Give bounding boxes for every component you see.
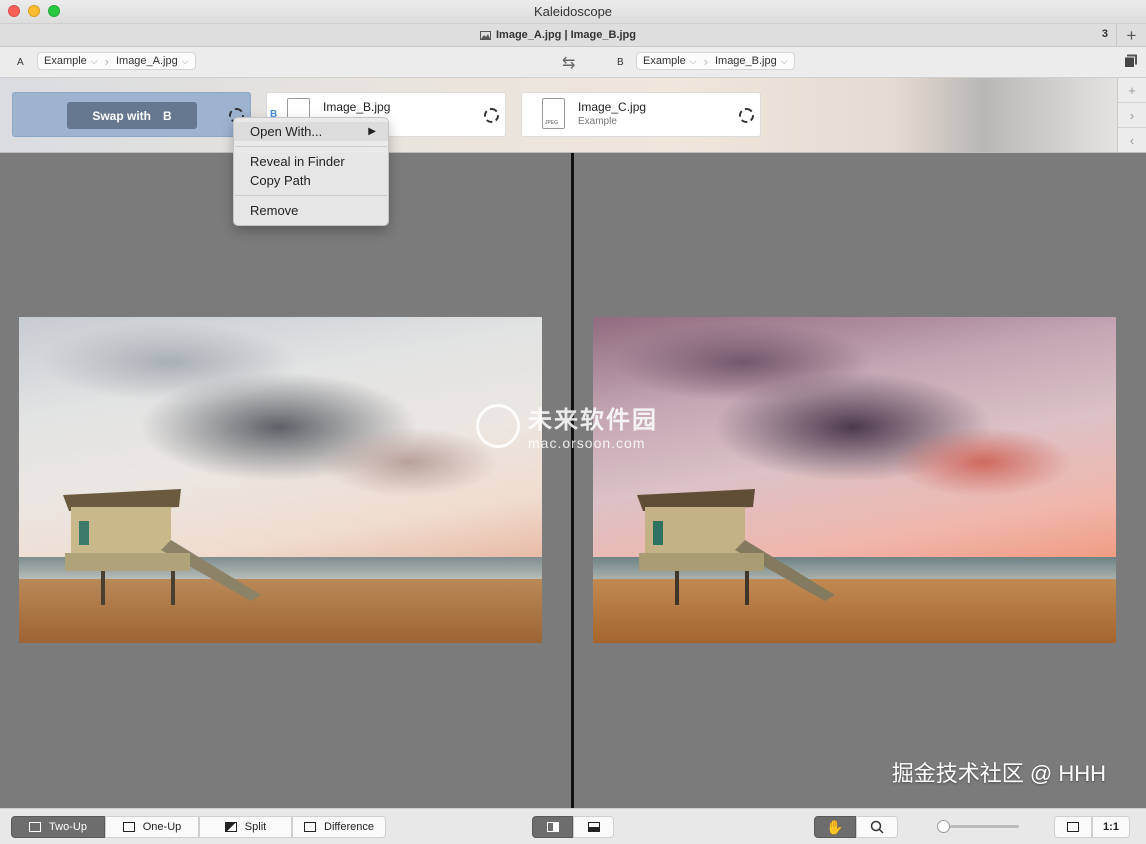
tab-title: Image_A.jpg | Image_B.jpg <box>496 29 636 41</box>
file-card-c[interactable]: Image_C.jpg Example <box>521 92 761 137</box>
mode-label: Two-Up <box>49 821 87 833</box>
tool-selector: ✋ <box>814 816 898 839</box>
file-context-menu: Open With... ▶ Reveal in Finder Copy Path… <box>233 117 389 226</box>
breadcrumb-b-folder[interactable]: Example <box>643 55 686 67</box>
mode-one-up-button[interactable]: One-Up <box>105 816 199 838</box>
chevron-down-icon: ⌵ <box>780 55 788 66</box>
menu-separator <box>235 146 387 147</box>
columns-icon <box>546 822 559 832</box>
magnifier-icon <box>870 820 884 834</box>
actual-size-button[interactable]: 1:1 <box>1092 816 1130 838</box>
side-b-label: B <box>617 57 624 68</box>
side-by-side-layout-button[interactable] <box>532 816 573 838</box>
chevron-down-icon: ⌵ <box>90 55 98 66</box>
file-folder-c: Example <box>578 116 617 127</box>
image-icon <box>480 30 491 40</box>
stacked-layout-button[interactable] <box>573 816 614 838</box>
jpeg-file-icon <box>542 98 565 129</box>
swap-sides-icon[interactable]: ⇆ <box>562 53 575 73</box>
magnify-tool-button[interactable] <box>856 816 898 838</box>
menu-item-label: Open With... <box>250 124 323 139</box>
lifeguard-tower-a <box>63 489 261 605</box>
file-name-c: Image_C.jpg <box>578 100 647 114</box>
lifeguard-tower-b <box>637 489 835 605</box>
menu-item-remove[interactable]: Remove <box>234 201 388 220</box>
minimize-window-button[interactable] <box>28 5 40 17</box>
swap-button-target: B <box>163 108 172 123</box>
mode-two-up-button[interactable]: Two-Up <box>11 816 105 838</box>
mode-split-button[interactable]: Split <box>199 816 292 838</box>
zoom-window-button[interactable] <box>48 5 60 17</box>
tab-active[interactable]: Image_A.jpg | Image_B.jpg <box>0 24 1116 46</box>
menu-item-reveal-in-finder[interactable]: Reveal in Finder <box>234 152 388 171</box>
title-bar: Kaleidoscope <box>0 0 1146 24</box>
two-up-icon <box>29 822 42 832</box>
new-tab-button[interactable]: + <box>1116 24 1146 47</box>
comparison-canvas[interactable]: 未来软件园 mac.orsoon.com 掘金技术社区 @ HHH <box>0 153 1146 808</box>
watermark-title: 未来软件园 <box>528 407 658 434</box>
one-up-icon <box>122 822 135 832</box>
image-b <box>593 317 1116 643</box>
path-bar: A Example ⌵ › Image_A.jpg ⌵ ⇆ B Example ⌵ ›… <box>0 47 1146 78</box>
side-a-label: A <box>17 57 24 68</box>
split-icon <box>224 822 237 832</box>
tab-count: 3 <box>1101 28 1108 40</box>
file-shelf: Swap with B B Image_B.jpg Image_C.jpg Ex… <box>0 78 1117 153</box>
rows-icon <box>587 822 600 832</box>
zoom-slider[interactable] <box>937 820 1019 833</box>
difference-icon <box>304 822 317 832</box>
mode-label: One-Up <box>142 821 182 833</box>
chevron-right-icon: › <box>703 53 708 69</box>
view-mode-selector: Two-Up One-Up Split Difference <box>11 816 386 839</box>
gear-icon[interactable] <box>484 108 499 123</box>
watermark-logo-icon <box>476 403 520 448</box>
watermark: 未来软件园 mac.orsoon.com <box>476 400 658 451</box>
layout-selector <box>532 816 614 839</box>
hand-icon: ✋ <box>826 818 844 835</box>
document-stack-icon[interactable] <box>1124 54 1138 68</box>
breadcrumb-b-file[interactable]: Image_B.jpg <box>715 55 777 67</box>
file-name-b: Image_B.jpg <box>323 100 391 114</box>
menu-item-open-with[interactable]: Open With... ▶ <box>234 122 388 141</box>
swap-button-label: Swap with <box>92 108 151 123</box>
breadcrumb-a[interactable]: Example ⌵ › Image_A.jpg ⌵ <box>37 52 196 70</box>
submenu-arrow-icon: ▶ <box>368 126 376 137</box>
close-window-button[interactable] <box>8 5 20 17</box>
add-file-button[interactable]: + <box>1118 78 1146 103</box>
file-card-a[interactable]: Swap with B <box>12 92 251 137</box>
bottom-toolbar: Two-Up One-Up Split Difference ✋ 1:1 <box>0 808 1146 844</box>
zoom-slider-knob[interactable] <box>937 820 950 833</box>
menu-item-copy-path[interactable]: Copy Path <box>234 171 388 190</box>
fit-controls: 1:1 <box>1054 816 1130 839</box>
chevron-down-icon: ⌵ <box>181 55 189 66</box>
fit-to-window-button[interactable] <box>1054 816 1092 838</box>
tab-bar: Image_A.jpg | Image_B.jpg 3 + <box>0 24 1146 47</box>
fit-window-icon <box>1067 822 1079 832</box>
breadcrumb-a-file[interactable]: Image_A.jpg <box>116 55 178 67</box>
watermark-url: mac.orsoon.com <box>528 435 646 451</box>
next-file-button[interactable]: › <box>1118 103 1146 128</box>
mode-label: Split <box>244 821 267 833</box>
mode-difference-button[interactable]: Difference <box>292 816 386 838</box>
chevron-right-icon: › <box>104 53 109 69</box>
previous-file-button[interactable]: ‹ <box>1118 128 1146 153</box>
swap-button[interactable]: Swap with B <box>67 102 197 129</box>
mode-label: Difference <box>324 821 374 833</box>
shelf-controls: + › ‹ <box>1117 78 1146 153</box>
image-a <box>19 317 542 643</box>
menu-separator <box>235 195 387 196</box>
gear-icon[interactable] <box>739 108 754 123</box>
window-title: Kaleidoscope <box>533 4 613 19</box>
hand-tool-button[interactable]: ✋ <box>814 816 856 838</box>
window-controls <box>8 5 60 17</box>
breadcrumb-b[interactable]: Example ⌵ › Image_B.jpg ⌵ <box>636 52 795 70</box>
split-divider[interactable] <box>571 153 574 808</box>
chevron-down-icon: ⌵ <box>689 55 697 66</box>
breadcrumb-a-folder[interactable]: Example <box>44 55 87 67</box>
corner-watermark: 掘金技术社区 @ HHH <box>891 761 1106 786</box>
